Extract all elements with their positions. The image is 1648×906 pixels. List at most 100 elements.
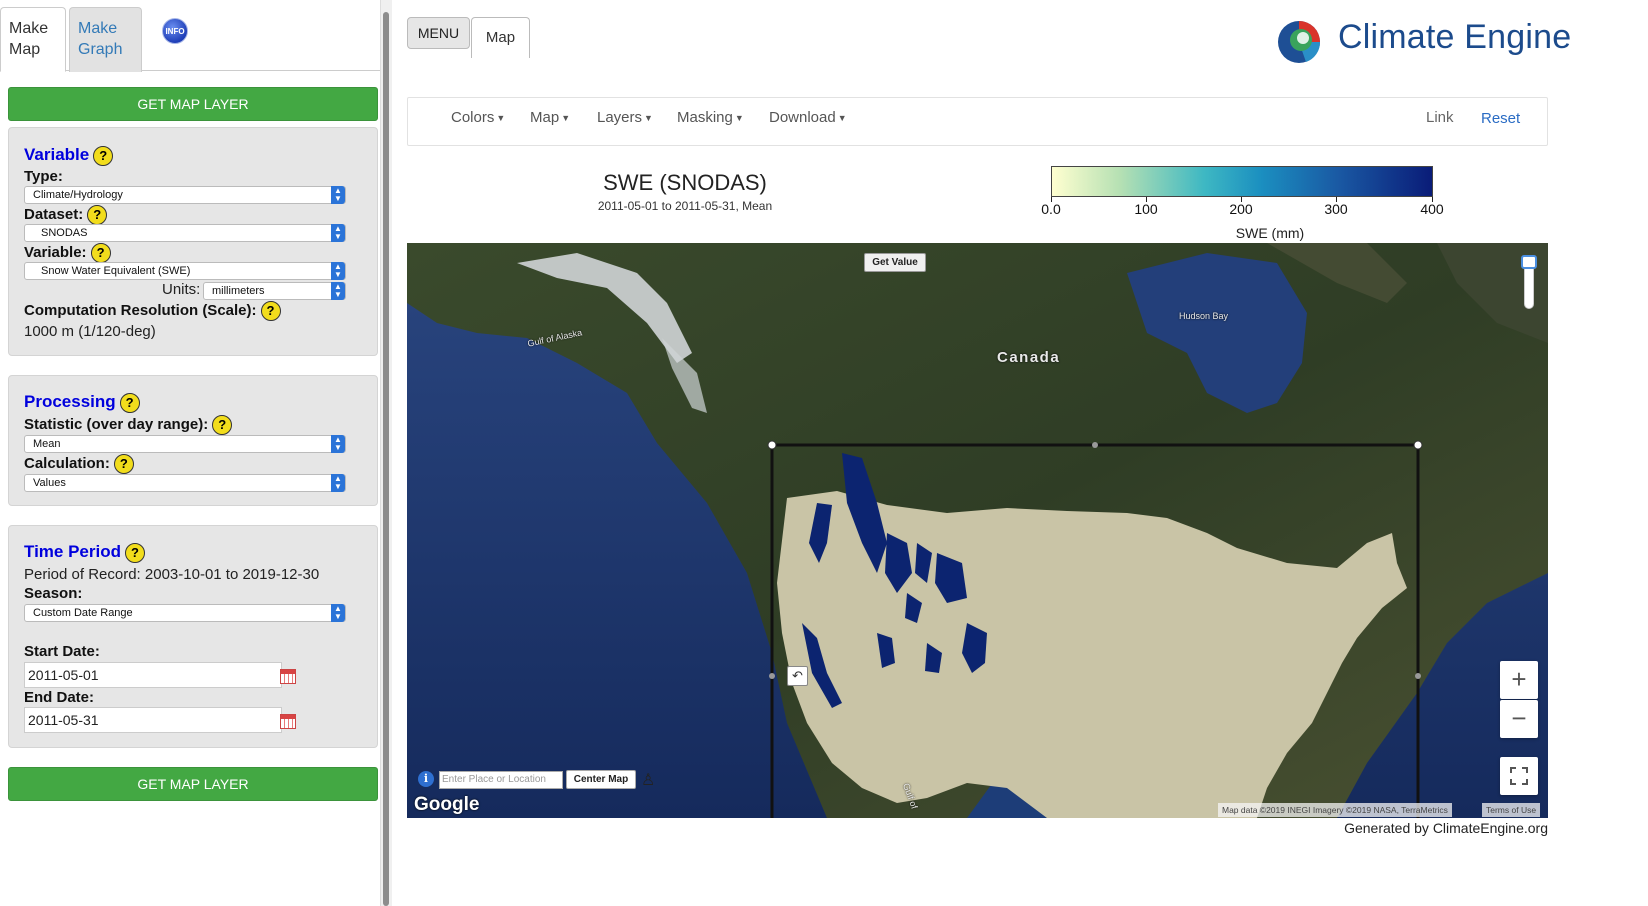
legend-tick-label: 200 — [1229, 201, 1253, 217]
sidebar: Make Map Make Graph INFO GET MAP LAYER V… — [0, 0, 380, 906]
units-select[interactable]: millimeters ▲ ▼ — [203, 282, 346, 300]
help-icon[interactable]: ? — [93, 145, 114, 166]
reset-button[interactable]: Reset — [1481, 110, 1520, 127]
zoom-in-button[interactable]: + — [1500, 661, 1538, 699]
caret-down-icon: ▼ — [644, 113, 653, 124]
get-map-layer-button-bottom[interactable]: GET MAP LAYER — [8, 767, 378, 801]
calendar-icon[interactable] — [280, 669, 296, 684]
map-canvas[interactable]: Canada Hudson Bay Gulf of Alaska Gulf of… — [407, 243, 1548, 818]
end-date-input[interactable]: 2011-05-31 — [24, 707, 282, 733]
processing-panel-title: Processing? — [24, 392, 140, 413]
fullscreen-icon — [1510, 767, 1528, 785]
variable-select-value: Snow Water Equivalent (SWE) — [41, 265, 191, 277]
brand-name: Climate Engine — [1338, 18, 1572, 56]
units-label: Units: — [162, 281, 201, 298]
help-icon[interactable]: ? — [260, 301, 281, 321]
end-date-label: End Date: — [24, 689, 95, 706]
help-icon[interactable]: ? — [212, 415, 233, 435]
select-arrows-icon: ▲ ▼ — [331, 474, 345, 492]
help-icon[interactable]: ? — [125, 542, 145, 563]
zoom-out-button[interactable]: − — [1500, 700, 1538, 738]
menu-colors[interactable]: Colors ▼ — [451, 109, 505, 126]
select-arrows-icon: ▲ ▼ — [331, 186, 345, 204]
opacity-slider-handle[interactable] — [1521, 255, 1537, 269]
help-icon[interactable]: ? — [113, 454, 134, 474]
resolution-value: 1000 m (1/120-deg) — [24, 323, 156, 340]
get-map-layer-button-top[interactable]: GET MAP LAYER — [8, 87, 378, 121]
map-toolbar — [407, 97, 1548, 146]
google-logo: Google — [414, 794, 480, 815]
dataset-select[interactable]: SNODAS ▲ ▼ — [24, 224, 346, 242]
statistic-select[interactable]: Mean ▲ ▼ — [24, 435, 346, 453]
type-select-value: Climate/Hydrology — [33, 189, 123, 201]
variable-select[interactable]: Snow Water Equivalent (SWE) ▲ ▼ — [24, 262, 346, 280]
time-period-panel-title: Time Period? — [24, 542, 145, 563]
dataset-select-value: SNODAS — [41, 227, 88, 239]
climate-engine-logo-icon — [1278, 21, 1321, 63]
select-arrows-icon: ▲ ▼ — [331, 224, 345, 242]
period-of-record: Period of Record: 2003-10-01 to 2019-12-… — [24, 566, 320, 583]
statistic-select-value: Mean — [33, 438, 61, 450]
legend-tick-label: 400 — [1420, 201, 1444, 217]
undo-icon[interactable]: ↶ — [787, 666, 808, 686]
legend-tick-label: 100 — [1134, 201, 1158, 217]
variable-panel: Variable? Type: Climate/Hydrology ▲ ▼ Data… — [8, 127, 378, 356]
tab-map[interactable]: Map — [471, 17, 530, 58]
type-label: Type: — [24, 168, 63, 185]
units-select-value: millimeters — [212, 285, 265, 297]
legend-tick-label: 0.0 — [1041, 201, 1061, 217]
map-subtitle: 2011-05-01 to 2011-05-31, Mean — [597, 199, 773, 213]
select-arrows-icon: ▲ ▼ — [331, 282, 345, 300]
map-label-hudson-bay: Hudson Bay — [1179, 311, 1229, 321]
menu-download[interactable]: Download ▼ — [769, 109, 847, 126]
calendar-icon[interactable] — [280, 714, 296, 729]
get-value-button[interactable]: Get Value — [864, 253, 926, 272]
dataset-label: Dataset:? — [24, 205, 108, 225]
person-icon[interactable]: ♙ — [641, 770, 655, 790]
season-label: Season: — [24, 585, 83, 602]
info-icon[interactable]: i — [418, 771, 434, 787]
terms-of-use-link[interactable]: Terms of Use — [1482, 803, 1541, 817]
help-icon[interactable]: ? — [87, 205, 108, 225]
menu-layers[interactable]: Layers ▼ — [597, 109, 653, 126]
tab-make-graph[interactable]: Make Graph — [69, 7, 142, 72]
select-arrows-icon: ▲ ▼ — [331, 262, 345, 280]
calculation-select-value: Values — [33, 477, 66, 489]
caret-down-icon: ▼ — [837, 113, 847, 124]
select-arrows-icon: ▲ ▼ — [331, 604, 345, 622]
help-icon[interactable]: ? — [119, 392, 140, 413]
menu-map[interactable]: Map ▼ — [530, 109, 570, 126]
type-select[interactable]: Climate/Hydrology ▲ ▼ — [24, 186, 346, 204]
info-icon[interactable]: INFO — [162, 18, 188, 44]
variable-panel-title: Variable? — [24, 145, 114, 166]
place-search-input[interactable]: Enter Place or Location — [439, 771, 563, 789]
season-select-value: Custom Date Range — [33, 607, 133, 619]
menu-masking[interactable]: Masking ▼ — [677, 109, 744, 126]
link-button[interactable]: Link — [1426, 109, 1454, 126]
sidebar-scrollbar-thumb[interactable] — [383, 12, 389, 906]
map-attribution: Map data ©2019 INEGI Imagery ©2019 NASA,… — [1218, 803, 1452, 817]
caret-down-icon: ▼ — [734, 113, 744, 124]
help-icon[interactable]: ? — [90, 243, 111, 263]
caret-down-icon: ▼ — [561, 113, 571, 124]
sidebar-tabbar: Make Map Make Graph INFO — [0, 0, 380, 72]
center-map-button[interactable]: Center Map — [566, 770, 636, 789]
legend-colorbar — [1051, 166, 1433, 197]
time-period-panel: Time Period? Period of Record: 2003-10-0… — [8, 525, 378, 748]
calculation-label: Calculation:? — [24, 454, 134, 474]
start-date-input[interactable]: 2011-05-01 — [24, 662, 282, 688]
season-select[interactable]: Custom Date Range ▲ ▼ — [24, 604, 346, 622]
map-label-canada: Canada — [997, 349, 1061, 366]
start-date-label: Start Date: — [24, 643, 100, 660]
statistic-label: Statistic (over day range):? — [24, 415, 233, 435]
menu-button[interactable]: MENU — [407, 17, 470, 49]
legend-tick-label: 300 — [1324, 201, 1348, 217]
generated-by-footer: Generated by ClimateEngine.org — [1344, 820, 1548, 836]
legend-units: SWE (mm) — [1235, 225, 1305, 241]
caret-down-icon: ▼ — [496, 113, 506, 124]
fullscreen-button[interactable] — [1500, 757, 1538, 795]
calculation-select[interactable]: Values ▲ ▼ — [24, 474, 346, 492]
tab-make-map[interactable]: Make Map — [0, 7, 66, 72]
map-title: SWE (SNODAS) — [603, 170, 767, 195]
select-arrows-icon: ▲ ▼ — [331, 435, 345, 453]
